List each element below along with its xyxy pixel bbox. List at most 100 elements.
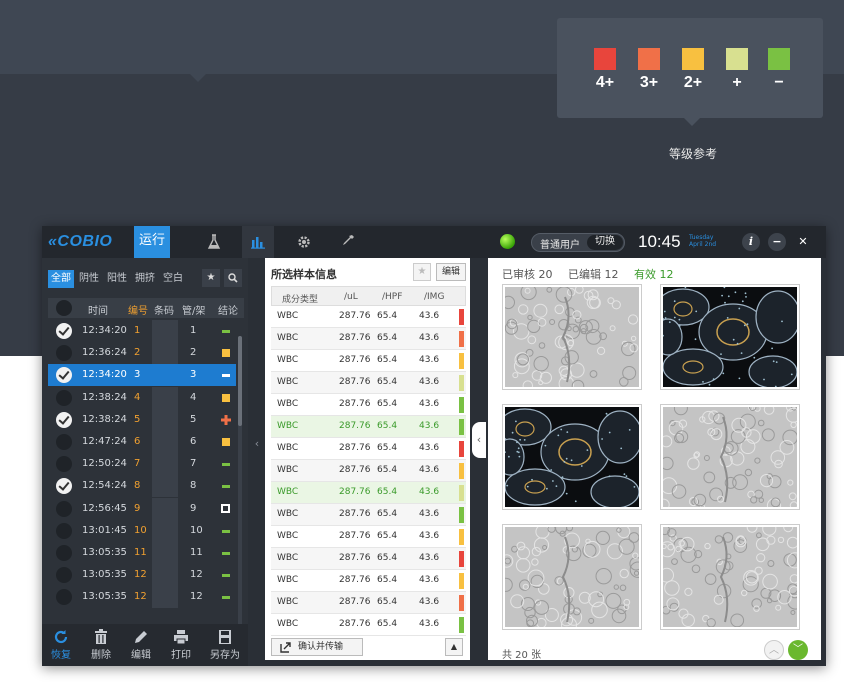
table-row[interactable]: WBC 287.76 65.4 43.6 — [271, 504, 466, 526]
collapse-left-button[interactable]: ‹ — [250, 432, 264, 456]
table-row[interactable]: 12:54:24 8 8 — [48, 475, 236, 498]
confirm-transmit-button[interactable]: 确认并传输 — [271, 638, 363, 656]
filter-tab[interactable]: 阴性 — [76, 270, 102, 288]
edited-count[interactable]: 已编辑 12 — [568, 268, 619, 281]
legend-swatch — [726, 48, 748, 70]
table-cell: 287.76 — [339, 465, 371, 475]
table-row[interactable]: WBC 287.76 65.4 43.6 — [271, 372, 466, 394]
filter-tab[interactable]: 阳性 — [104, 270, 130, 288]
table-row[interactable]: WBC 287.76 65.4 43.6 — [271, 482, 466, 504]
row-checkbox[interactable] — [56, 389, 72, 406]
row-checkbox[interactable] — [56, 567, 72, 584]
row-checkbox[interactable] — [56, 545, 72, 561]
col-number[interactable]: 编号 — [128, 302, 148, 317]
row-checkbox[interactable] — [56, 589, 72, 606]
row-time: 12:38:24 — [82, 413, 127, 425]
table-row[interactable]: WBC 287.76 65.4 43.6 — [271, 570, 466, 592]
table-row[interactable]: WBC 287.76 65.4 43.6 — [271, 548, 466, 570]
row-tube: 7 — [190, 458, 197, 470]
legend-label: + — [732, 74, 742, 91]
table-cell: 65.4 — [377, 421, 398, 431]
table-row[interactable]: 12:38:24 5 5 — [48, 408, 236, 431]
table-row[interactable]: 13:01:45 10 10 — [48, 519, 236, 542]
user-label: 普通用户 — [540, 240, 580, 251]
select-all-checkbox[interactable] — [56, 300, 72, 316]
table-cell: 65.4 — [377, 531, 398, 541]
next-page-button[interactable]: ﹀ — [788, 640, 808, 660]
table-row[interactable]: WBC 287.76 65.4 43.6 — [271, 394, 466, 416]
table-row[interactable]: 12:56:45 9 9 — [48, 497, 236, 520]
row-checkbox[interactable] — [56, 522, 72, 539]
table-row[interactable]: 13:05:35 12 12 — [48, 564, 236, 587]
close-button[interactable]: ✕ — [794, 233, 812, 251]
scroll-up-button[interactable]: ▲ — [445, 638, 463, 656]
table-row[interactable]: WBC 287.76 65.4 43.6 — [271, 328, 466, 350]
edit-sample-button[interactable]: 编辑 — [124, 628, 158, 661]
row-checkbox[interactable] — [56, 456, 72, 473]
user-switch[interactable]: 普通用户 切换 — [531, 233, 625, 252]
gear-icon[interactable] — [288, 226, 320, 258]
table-row[interactable]: 13:05:35 12 12 — [48, 586, 236, 609]
row-checkbox[interactable] — [56, 500, 72, 517]
table-row[interactable]: WBC 287.76 65.4 43.6 — [271, 350, 466, 372]
table-row[interactable]: 12:38:24 4 4 — [48, 386, 236, 409]
search-button[interactable] — [224, 269, 242, 287]
minimize-button[interactable]: − — [768, 233, 786, 251]
edit-button[interactable]: 编辑 — [436, 263, 466, 281]
save-as-button[interactable]: 另存为 — [208, 628, 242, 661]
table-row[interactable]: 12:34:20 1 1 — [48, 320, 236, 342]
microscope-image[interactable] — [660, 284, 800, 390]
table-row[interactable]: WBC 287.76 65.4 43.6 — [271, 460, 466, 482]
tab-run[interactable]: 运行 — [134, 226, 170, 258]
info-button[interactable]: i — [742, 233, 760, 251]
table-row[interactable]: 12:34:20 3 3 — [48, 364, 236, 387]
star-filter-button[interactable]: ★ — [202, 269, 220, 287]
favorite-button[interactable]: ★ — [413, 263, 431, 281]
table-cell: WBC — [277, 377, 299, 387]
microscope-image[interactable] — [502, 524, 642, 630]
barcode-cell — [152, 586, 178, 609]
chart-icon[interactable] — [242, 226, 274, 258]
microscope-image[interactable] — [502, 284, 642, 390]
print-button[interactable]: 打印 — [164, 628, 198, 661]
flask-icon[interactable] — [198, 226, 230, 258]
level-bar — [459, 353, 464, 369]
row-checkbox[interactable] — [56, 411, 72, 428]
collapse-right-button[interactable]: ‹ — [472, 422, 486, 458]
table-row[interactable]: 12:47:24 6 6 — [48, 431, 236, 453]
table-column-header: /uL — [344, 292, 358, 302]
table-row[interactable]: WBC 287.76 65.4 43.6 — [271, 592, 466, 614]
switch-button[interactable]: 切换 — [587, 235, 623, 250]
pipette-icon[interactable] — [332, 226, 364, 258]
panel-title: 所选样本信息 — [271, 268, 337, 281]
table-cell: 65.4 — [377, 619, 398, 629]
row-checkbox[interactable] — [56, 367, 72, 384]
table-row[interactable]: 13:05:35 11 11 — [48, 542, 236, 564]
microscope-image[interactable] — [660, 404, 800, 510]
table-row[interactable]: WBC 287.76 65.4 43.6 — [271, 614, 466, 636]
table-row[interactable]: WBC 287.76 65.4 43.6 — [271, 306, 466, 328]
delete-button[interactable]: 删除 — [84, 628, 118, 661]
microscope-image[interactable] — [502, 404, 642, 510]
table-row[interactable]: WBC 287.76 65.4 43.6 — [271, 438, 466, 460]
prev-page-button[interactable]: ︿ — [764, 640, 784, 660]
table-cell: 287.76 — [339, 597, 371, 607]
row-checkbox[interactable] — [56, 323, 72, 339]
valid-count[interactable]: 有效 12 — [634, 268, 674, 281]
filter-tab[interactable]: 全部 — [48, 270, 74, 288]
table-cell: 65.4 — [377, 333, 398, 343]
table-row[interactable]: WBC 287.76 65.4 43.6 — [271, 526, 466, 548]
reviewed-count[interactable]: 已审核 20 — [502, 268, 553, 281]
table-row[interactable]: 12:50:24 7 7 — [48, 453, 236, 476]
row-checkbox[interactable] — [56, 434, 72, 450]
microscope-image[interactable] — [660, 524, 800, 630]
row-checkbox[interactable] — [56, 345, 72, 362]
scrollbar-thumb[interactable] — [238, 336, 242, 426]
table-cell: 65.4 — [377, 553, 398, 563]
table-row[interactable]: WBC 287.76 65.4 43.6 — [271, 416, 466, 438]
filter-tab[interactable]: 拥挤 — [132, 270, 158, 288]
filter-tab[interactable]: 空白 — [160, 270, 186, 288]
restore-button[interactable]: 恢复 — [44, 628, 78, 661]
table-row[interactable]: 12:36:24 2 2 — [48, 342, 236, 365]
row-checkbox[interactable] — [56, 478, 72, 495]
